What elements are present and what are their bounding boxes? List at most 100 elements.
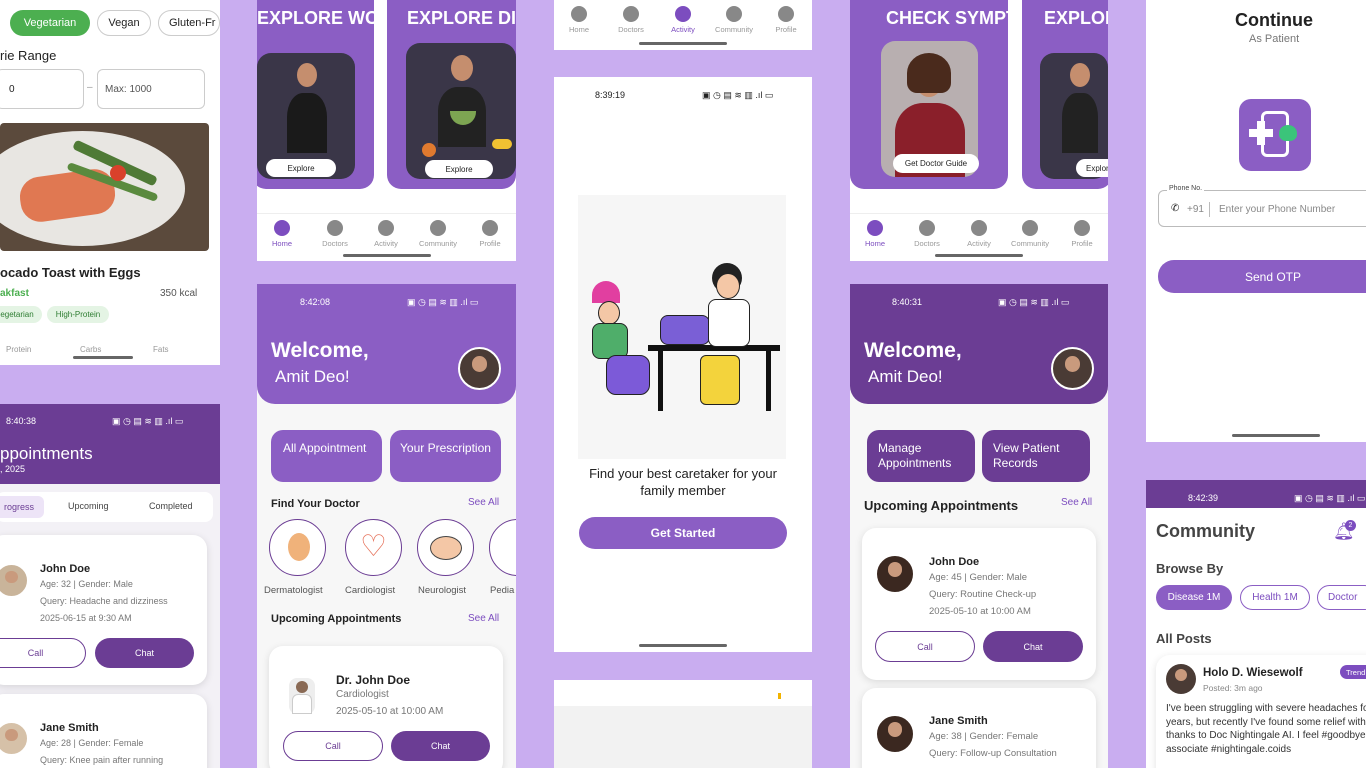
nav-home[interactable]: Home	[554, 6, 604, 34]
chip-disease[interactable]: Disease 1M	[1156, 585, 1232, 610]
loading-screen	[554, 680, 812, 768]
nav-profile[interactable]: Profile	[465, 220, 515, 248]
find-doctor-heading: Find Your Doctor	[271, 498, 360, 510]
doctor-specialty: Cardiologist	[336, 689, 389, 700]
chat-icon	[1022, 220, 1038, 236]
user-name: Amit Deo!	[275, 367, 350, 386]
plus-circle-icon	[919, 220, 935, 236]
chat-icon	[430, 220, 446, 236]
status-time: 8:42:39	[1188, 493, 1219, 503]
diet-photo	[406, 43, 516, 179]
user-avatar[interactable]	[458, 347, 501, 390]
nav-profile[interactable]: Profile	[761, 6, 811, 34]
all-appointment-button[interactable]: All Appointment	[271, 430, 382, 482]
nav-doctors[interactable]: Doctors	[902, 220, 952, 248]
view-patient-records-button[interactable]: View Patient Records	[982, 430, 1090, 482]
bottom-nav: Home Doctors Activity Community Profile	[850, 213, 1108, 261]
tag-vegetarian: egetarian	[0, 306, 42, 323]
phone-placeholder: Enter your Phone Number	[1219, 204, 1336, 215]
diet-filter-screen: Vegetarian Vegan Gluten-Fr rie Range 0 –…	[0, 0, 220, 365]
patient-meta: Age: 38 | Gender: Female	[929, 731, 1039, 742]
send-otp-button[interactable]: Send OTP	[1158, 260, 1366, 293]
nav-doctors[interactable]: Doctors	[606, 6, 656, 34]
activity-icon	[675, 6, 691, 22]
chat-button[interactable]: Chat	[95, 638, 194, 668]
see-all-link[interactable]: See All	[468, 497, 499, 508]
status-icons: ▣ ◷ ▤ ≋ ▥ .ıl ▭	[407, 297, 479, 307]
trend-badge: Trend	[1340, 665, 1366, 679]
nav-community[interactable]: Community	[709, 6, 759, 34]
call-button[interactable]: Call	[0, 638, 86, 668]
home-indicator	[343, 254, 431, 257]
specialty-label: Neurologist	[418, 585, 467, 596]
tab-in-progress[interactable]: rogress	[0, 496, 44, 518]
nav-activity[interactable]: Activity	[361, 220, 411, 248]
chat-button[interactable]: Chat	[391, 731, 490, 761]
get-started-button[interactable]: Get Started	[579, 517, 787, 549]
status-icons: ▣ ◷ ▤ ≋ ▥ .ıl ▭	[1294, 493, 1366, 503]
call-button[interactable]: Call	[283, 731, 383, 761]
explore-button[interactable]: Explore	[425, 160, 493, 178]
patient-home-screen: 8:42:08 ▣ ◷ ▤ ≋ ▥ .ıl ▭ Welcome, Amit De…	[257, 284, 516, 768]
min-calorie-input[interactable]: 0	[0, 69, 84, 109]
chip-gluten-free[interactable]: Gluten-Fr	[158, 10, 220, 36]
nav-community[interactable]: Community	[1005, 220, 1055, 248]
nav-home[interactable]: Home	[850, 220, 900, 248]
home-indicator	[73, 356, 133, 359]
patient-query: Query: Routine Check-up	[929, 589, 1037, 600]
user-avatar[interactable]	[1051, 347, 1094, 390]
neurologist-icon[interactable]	[417, 519, 474, 576]
onboarding-screen: 8:39:19 ▣ ◷ ▤ ≋ ▥ .ıl ▭ Find your best c…	[554, 77, 812, 652]
input-divider	[1209, 202, 1210, 217]
welcome-text: Welcome,	[864, 339, 962, 362]
explore-button[interactable]: Explore	[1076, 159, 1108, 177]
macro-protein[interactable]: Protein	[6, 345, 31, 354]
explore-button[interactable]: Explore	[266, 159, 336, 177]
nav-community[interactable]: Community	[413, 220, 463, 248]
phone-input[interactable]: ✆ +91 Enter your Phone Number	[1158, 190, 1366, 227]
chat-icon	[726, 6, 742, 22]
pediatrician-icon[interactable]	[489, 519, 516, 576]
dermatologist-icon[interactable]	[269, 519, 326, 576]
nav-activity[interactable]: Activity	[954, 220, 1004, 248]
nav-profile[interactable]: Profile	[1057, 220, 1107, 248]
cardiologist-icon[interactable]: ♡	[345, 519, 402, 576]
chip-health[interactable]: Health 1M	[1240, 585, 1310, 610]
nav-doctors[interactable]: Doctors	[310, 220, 360, 248]
tab-upcoming[interactable]: Upcoming	[68, 501, 109, 511]
page-date: , 2025	[0, 464, 26, 474]
user-name: Amit Deo!	[868, 367, 943, 386]
country-code[interactable]: +91	[1187, 204, 1204, 215]
call-button[interactable]: Call	[875, 631, 975, 662]
status-icons: ▣ ◷ ▤ ≋ ▥ .ıl ▭	[702, 90, 774, 100]
doctor-avatar	[289, 678, 315, 714]
chip-vegetarian[interactable]: Vegetarian	[10, 10, 90, 36]
chat-button[interactable]: Chat	[983, 631, 1083, 662]
macro-fats[interactable]: Fats	[153, 345, 169, 354]
profile-icon	[1074, 220, 1090, 236]
profile-icon	[778, 6, 794, 22]
get-doctor-guide-button[interactable]: Get Doctor Guide	[893, 154, 979, 173]
loading-indicator	[778, 693, 781, 699]
see-all-link[interactable]: See All	[468, 613, 499, 624]
status-icons: ▣ ◷ ▤ ≋ ▥ .ıl ▭	[998, 297, 1070, 307]
your-prescription-button[interactable]: Your Prescription	[390, 430, 501, 482]
post-author: Holo D. Wiesewolf	[1203, 667, 1303, 679]
see-all-link[interactable]: See All	[1061, 497, 1092, 508]
page-title: ppointments	[0, 444, 93, 463]
patient-name: Jane Smith	[929, 715, 988, 727]
macro-carbs[interactable]: Carbs	[80, 345, 101, 354]
status-time: 8:40:38	[6, 416, 37, 426]
check-symptoms-screen: CHECK SYMPTOMS Get Doctor Guide EXPLORE …	[850, 0, 1108, 261]
tab-completed[interactable]: Completed	[149, 501, 193, 511]
manage-appointments-button[interactable]: Manage Appointments	[867, 430, 975, 482]
plus-circle-icon	[327, 220, 343, 236]
loading-area	[554, 706, 812, 768]
nav-activity[interactable]: Activity	[658, 6, 708, 34]
chip-vegan[interactable]: Vegan	[97, 10, 151, 36]
appointment-time: 2025-05-10 at 10:00 AM	[929, 606, 1031, 617]
nav-home[interactable]: Home	[257, 220, 307, 248]
max-calorie-input[interactable]: Max: 1000	[97, 69, 205, 109]
chip-doctor[interactable]: Doctor	[1317, 585, 1366, 610]
calorie-range-label: rie Range	[0, 48, 57, 63]
